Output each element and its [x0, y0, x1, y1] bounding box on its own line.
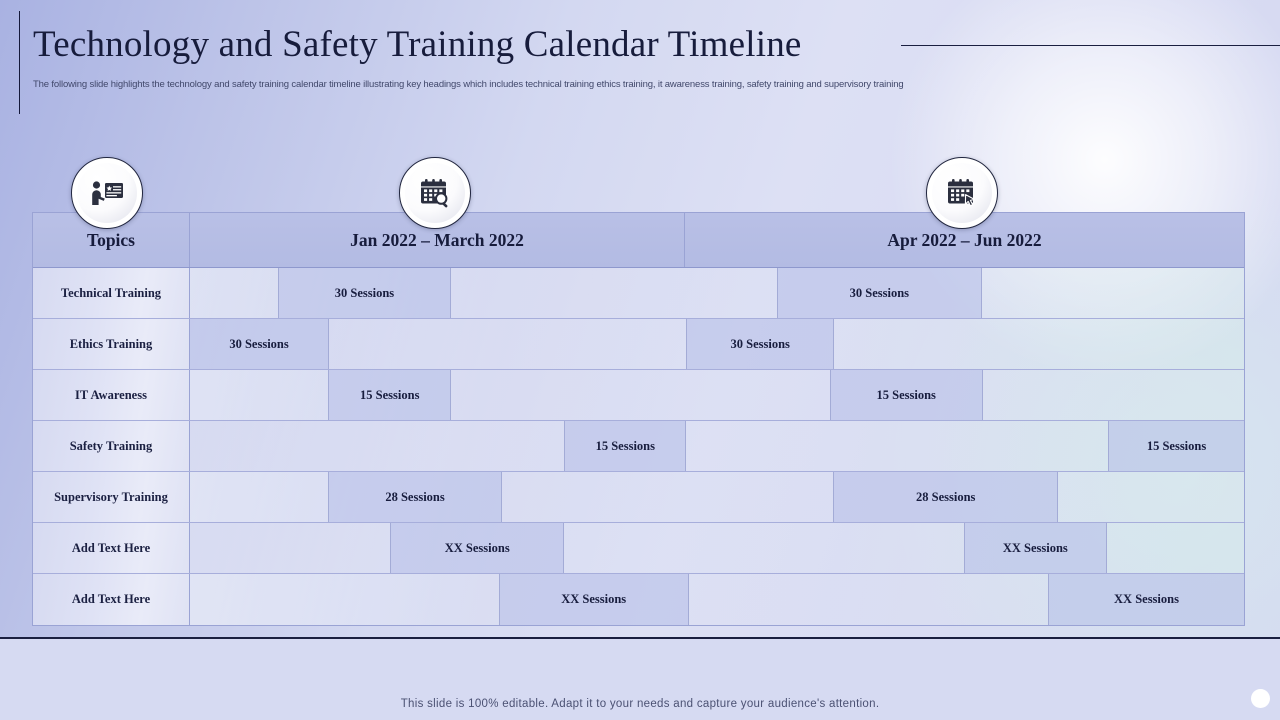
session-bar[interactable]: 15 Sessions [1109, 421, 1244, 471]
row-timeline-track: 15 Sessions 15 Sessions [190, 370, 1244, 420]
session-bar[interactable]: XX Sessions [499, 574, 689, 625]
session-bar[interactable]: XX Sessions [964, 523, 1107, 573]
timeline-gap [451, 268, 779, 318]
session-bar[interactable]: XX Sessions [391, 523, 565, 573]
row-label: Add Text Here [33, 574, 190, 625]
calendar-search-icon [419, 178, 451, 208]
calendar-click-badge [926, 157, 998, 229]
timeline-gap [190, 574, 500, 625]
timeline-gap [190, 268, 279, 318]
session-bar[interactable]: 15 Sessions [565, 421, 687, 471]
row-timeline-track: XX Sessions XX Sessions [190, 574, 1244, 625]
timeline-gap [1106, 523, 1244, 573]
row-label: IT Awareness [33, 370, 190, 420]
session-bar[interactable]: 30 Sessions [190, 319, 330, 369]
training-presentation-badge [71, 157, 143, 229]
row-timeline-track: 30 Sessions 30 Sessions [190, 319, 1244, 369]
row-label: Technical Training [33, 268, 190, 318]
row-label: Add Text Here [33, 523, 190, 573]
row-label: Ethics Training [33, 319, 190, 369]
page-title: Technology and Safety Training Calendar … [33, 24, 802, 65]
corner-dot-decoration [1251, 689, 1270, 708]
timeline-gap [688, 574, 1049, 625]
page-subtitle: The following slide highlights the techn… [33, 79, 904, 90]
table-row: Add Text Here XX Sessions XX Sessions [33, 523, 1244, 574]
calendar-click-icon [946, 178, 978, 208]
timeline-gap [686, 421, 1110, 471]
row-timeline-track: 28 Sessions 28 Sessions [190, 472, 1244, 522]
session-bar[interactable]: 15 Sessions [329, 370, 452, 420]
timeline-gap [451, 370, 831, 420]
table-row: Ethics Training 30 Sessions 30 Sessions [33, 319, 1244, 370]
timeline-gap [190, 370, 330, 420]
timeline-gap [564, 523, 965, 573]
row-label: Safety Training [33, 421, 190, 471]
row-label: Supervisory Training [33, 472, 190, 522]
timeline-gap [501, 472, 834, 522]
timeline-gap [329, 319, 688, 369]
title-underline-rule [901, 45, 1280, 46]
slide-canvas: Technology and Safety Training Calendar … [0, 0, 1280, 720]
title-left-accent-rule [19, 11, 20, 114]
training-presentation-icon [90, 180, 124, 206]
timeline-gap [1058, 472, 1244, 522]
timeline-gap [190, 523, 392, 573]
timeline-gap [190, 472, 330, 522]
session-bar[interactable]: 30 Sessions [778, 268, 982, 318]
session-bar[interactable]: 28 Sessions [329, 472, 502, 522]
session-bar[interactable]: 28 Sessions [833, 472, 1059, 522]
session-bar[interactable]: 15 Sessions [830, 370, 983, 420]
training-calendar-table: Topics Jan 2022 – March 2022 Apr 2022 – … [32, 212, 1245, 626]
session-bar[interactable]: 30 Sessions [687, 319, 834, 369]
row-timeline-track: 30 Sessions 30 Sessions [190, 268, 1244, 318]
table-row: Technical Training 30 Sessions 30 Sessions [33, 268, 1244, 319]
footer-note: This slide is 100% editable. Adapt it to… [400, 698, 880, 710]
timeline-gap [833, 319, 1244, 369]
session-bar[interactable]: 30 Sessions [278, 268, 452, 318]
table-row: Add Text Here XX Sessions XX Sessions [33, 574, 1244, 625]
table-body: Technical Training 30 Sessions 30 Sessions… [33, 268, 1244, 625]
table-row: IT Awareness 15 Sessions 15 Sessions [33, 370, 1244, 421]
table-row: Supervisory Training 28 Sessions 28 Sessio… [33, 472, 1244, 523]
table-row: Safety Training 15 Sessions 15 Sessions [33, 421, 1244, 472]
row-timeline-track: XX Sessions XX Sessions [190, 523, 1244, 573]
session-bar[interactable]: XX Sessions [1049, 574, 1244, 625]
timeline-gap [982, 370, 1244, 420]
timeline-gap [981, 268, 1244, 318]
table-header-row: Topics Jan 2022 – March 2022 Apr 2022 – … [33, 213, 1244, 268]
timeline-gap [190, 421, 566, 471]
row-timeline-track: 15 Sessions 15 Sessions [190, 421, 1244, 471]
calendar-search-badge [399, 157, 471, 229]
footer-divider-rule [0, 637, 1280, 639]
